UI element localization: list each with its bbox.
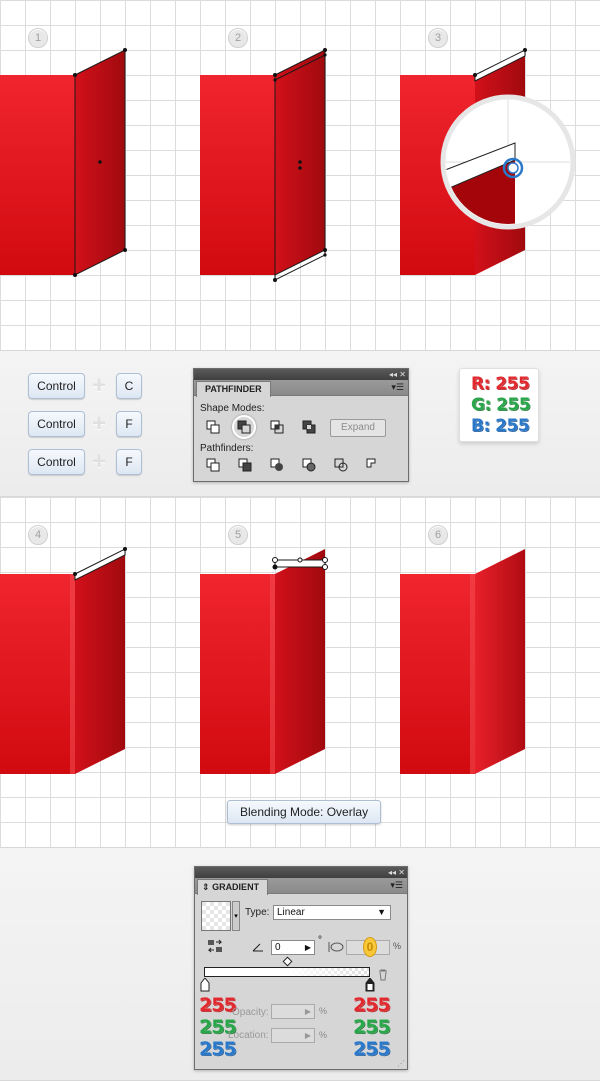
key-control-1: Control bbox=[28, 373, 85, 399]
aspect-ratio-icon bbox=[328, 942, 344, 952]
resize-grip-icon[interactable]: ⋰ bbox=[397, 1059, 405, 1068]
midpoint-diamond[interactable] bbox=[282, 956, 293, 967]
location-stepper-icon[interactable]: ▶ bbox=[305, 1029, 311, 1042]
step-1-shape bbox=[0, 48, 127, 277]
step-2-shape bbox=[200, 48, 327, 282]
gradient-swatch[interactable] bbox=[201, 901, 231, 931]
trash-icon[interactable] bbox=[378, 969, 388, 981]
left-stop-red: 255 bbox=[199, 994, 237, 1016]
opacity-label: Opacity: bbox=[232, 1007, 269, 1018]
step-6-shape bbox=[400, 549, 525, 774]
type-select[interactable]: Linear ▼ bbox=[273, 905, 391, 920]
trim-icon[interactable] bbox=[238, 458, 252, 472]
exclude-icon[interactable] bbox=[302, 420, 316, 434]
panel-menu-icon[interactable]: ▾☰ bbox=[391, 382, 404, 393]
tab-arrows-icon: ⇕ bbox=[202, 882, 210, 892]
rgb-green-value: G: 255 bbox=[471, 395, 531, 415]
step-5-shape bbox=[200, 549, 328, 774]
outline-icon[interactable] bbox=[334, 458, 348, 472]
intersect-icon[interactable] bbox=[270, 420, 284, 434]
percent-symbol: % bbox=[393, 941, 402, 951]
type-label: Type: bbox=[245, 907, 270, 918]
plus-icon: + bbox=[91, 410, 106, 437]
key-control-2: Control bbox=[28, 411, 85, 437]
panel-titlebar[interactable]: ◂◂ ✕ bbox=[194, 369, 408, 380]
swatch-dropdown-icon[interactable]: ▾ bbox=[232, 901, 240, 931]
percent-symbol: % bbox=[319, 1030, 328, 1040]
panel-titlebar[interactable]: ◂◂ ✕ bbox=[195, 867, 407, 878]
angle-input[interactable]: 0 ▶ bbox=[271, 940, 315, 955]
minus-front-icon[interactable] bbox=[237, 420, 251, 434]
percent-symbol: % bbox=[319, 1006, 328, 1016]
angle-value: 0 bbox=[275, 942, 281, 953]
instruction-band-2: ◂◂ ✕ ⇕ GRADIENT ▾☰ ▾ Type: Linear ▼ 0 ▶ bbox=[0, 847, 600, 1081]
divide-icon[interactable] bbox=[206, 458, 220, 472]
opacity-stepper-icon[interactable]: ▶ bbox=[305, 1005, 311, 1018]
instruction-band-1: Control + C Control + F Control + F ◂◂ ✕… bbox=[0, 350, 600, 497]
degree-symbol: ° bbox=[318, 935, 322, 946]
gradient-title: GRADIENT bbox=[212, 882, 260, 892]
steps-4-6-illustration bbox=[0, 547, 525, 774]
right-stop-green: 255 bbox=[353, 1016, 391, 1038]
rgb-color-card: R: 255 G: 255 B: 255 bbox=[459, 368, 539, 442]
opacity-input[interactable]: ▶ bbox=[271, 1004, 315, 1019]
gradient-panel: ◂◂ ✕ ⇕ GRADIENT ▾☰ ▾ Type: Linear ▼ 0 ▶ bbox=[194, 866, 408, 1070]
plus-icon: + bbox=[91, 448, 106, 475]
left-stop-blue: 255 bbox=[199, 1038, 237, 1060]
artboard-bottom: 4 5 6 Blending Mode: Overlay bbox=[0, 497, 600, 847]
key-control-3: Control bbox=[28, 449, 85, 475]
right-stop-red: 255 bbox=[353, 994, 391, 1016]
type-select-value: Linear bbox=[277, 907, 305, 918]
step-4-shape bbox=[0, 547, 127, 774]
pathfinder-panel: ◂◂ ✕ PATHFINDER ▾☰ Shape Modes: Expand P… bbox=[193, 368, 409, 482]
minus-back-icon[interactable] bbox=[366, 458, 380, 472]
panel-menu-icon[interactable]: ▾☰ bbox=[390, 880, 403, 891]
gradient-slider[interactable] bbox=[204, 967, 370, 977]
key-c: C bbox=[116, 373, 142, 399]
merge-icon[interactable] bbox=[270, 458, 284, 472]
rgb-blue-value: B: 255 bbox=[471, 416, 530, 436]
right-stop-blue: 255 bbox=[353, 1038, 391, 1060]
chevron-down-icon: ▼ bbox=[377, 907, 386, 917]
tab-gradient[interactable]: ⇕ GRADIENT bbox=[197, 879, 269, 895]
rgb-red-value: R: 255 bbox=[471, 374, 530, 394]
angle-stepper-icon[interactable]: ▶ bbox=[305, 941, 311, 954]
location-input[interactable]: ▶ bbox=[271, 1028, 315, 1043]
highlight-badge: 0 bbox=[363, 937, 377, 957]
color-stop-right[interactable] bbox=[365, 978, 375, 992]
artboard-top: 1 2 3 bbox=[0, 0, 600, 350]
angle-icon bbox=[252, 943, 263, 952]
location-label: Location: bbox=[228, 1030, 269, 1041]
shape-modes-label: Shape Modes: bbox=[200, 403, 265, 414]
tab-pathfinder[interactable]: PATHFINDER bbox=[196, 381, 271, 397]
crop-icon[interactable] bbox=[302, 458, 316, 472]
key-f-1: F bbox=[116, 411, 142, 437]
collapse-close-icon[interactable]: ◂◂ ✕ bbox=[389, 369, 406, 380]
collapse-close-icon[interactable]: ◂◂ ✕ bbox=[388, 867, 405, 878]
reverse-gradient-icon[interactable] bbox=[207, 939, 223, 953]
key-f-2: F bbox=[116, 449, 142, 475]
plus-icon: + bbox=[91, 372, 106, 399]
blending-mode-label: Blending Mode: Overlay bbox=[227, 800, 382, 824]
steps-1-3-illustration bbox=[0, 48, 576, 282]
color-stop-left[interactable] bbox=[200, 978, 210, 992]
expand-button[interactable]: Expand bbox=[330, 419, 386, 437]
pathfinders-label: Pathfinders: bbox=[200, 443, 254, 454]
unite-icon[interactable] bbox=[206, 420, 220, 434]
